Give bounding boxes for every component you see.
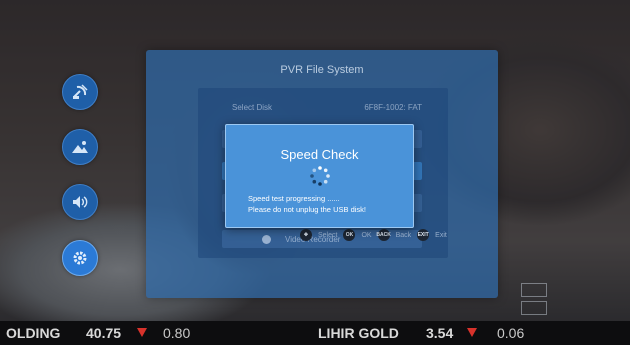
ok-key-icon: OK (343, 229, 356, 241)
ok-hint-label: OK (361, 231, 372, 239)
gear-icon[interactable] (62, 240, 98, 276)
ticker-item1-change: 0.80 (163, 325, 191, 341)
arrow-down-icon (467, 328, 477, 337)
select-disk-row[interactable]: Select Disk 6F8F-1002: FAT (222, 98, 422, 116)
exit-key-icon: EXIT (417, 229, 430, 241)
dialog-message: Speed test progressing ...... Please do … (248, 193, 408, 215)
ticker-item1-price: 40.75 (86, 325, 122, 341)
dialog-line-1: Speed test progressing ...... (248, 194, 340, 203)
back-hint-label: Back (395, 231, 412, 239)
record-icon (262, 234, 271, 244)
select-disk-label: Select Disk (232, 102, 273, 112)
back-key-icon: BACK (376, 229, 391, 241)
ticker-item2-change: 0.06 (497, 325, 525, 341)
select-hint-label: Select (318, 231, 338, 239)
spinner-icon (310, 166, 330, 186)
dialog-line-2: Please do not unplug the USB disk! (248, 205, 366, 214)
sound-icon[interactable] (62, 184, 98, 220)
gear-glyph (73, 251, 87, 265)
dialog-title: Speed Check (280, 147, 359, 162)
key-hint-bar: ✥ Select OK OK BACK Back EXIT Exit (300, 228, 490, 242)
channel-logo (521, 283, 547, 319)
ticker-item1-name: OLDING (6, 325, 61, 341)
select-key-icon: ✥ (300, 229, 312, 241)
arrow-down-icon (137, 328, 147, 337)
satellite-icon[interactable] (62, 74, 98, 110)
picture-icon[interactable] (62, 129, 98, 165)
ticker-item2-price: 3.54 (426, 325, 454, 341)
ticker-item2-name: LIHIR GOLD (318, 325, 399, 341)
picture-glyph (72, 141, 88, 153)
sound-glyph (73, 196, 88, 208)
select-disk-value: 6F8F-1002: FAT (364, 102, 422, 112)
exit-hint-label: Exit (435, 231, 447, 239)
satellite-glyph (73, 84, 88, 99)
speed-check-dialog: Speed Check Speed test progressing .....… (225, 124, 414, 228)
stock-ticker: OLDING 40.75 0.80 LIHIR GOLD 3.54 0.06 (0, 321, 630, 345)
pvr-panel-title: PVR File System (280, 64, 364, 76)
